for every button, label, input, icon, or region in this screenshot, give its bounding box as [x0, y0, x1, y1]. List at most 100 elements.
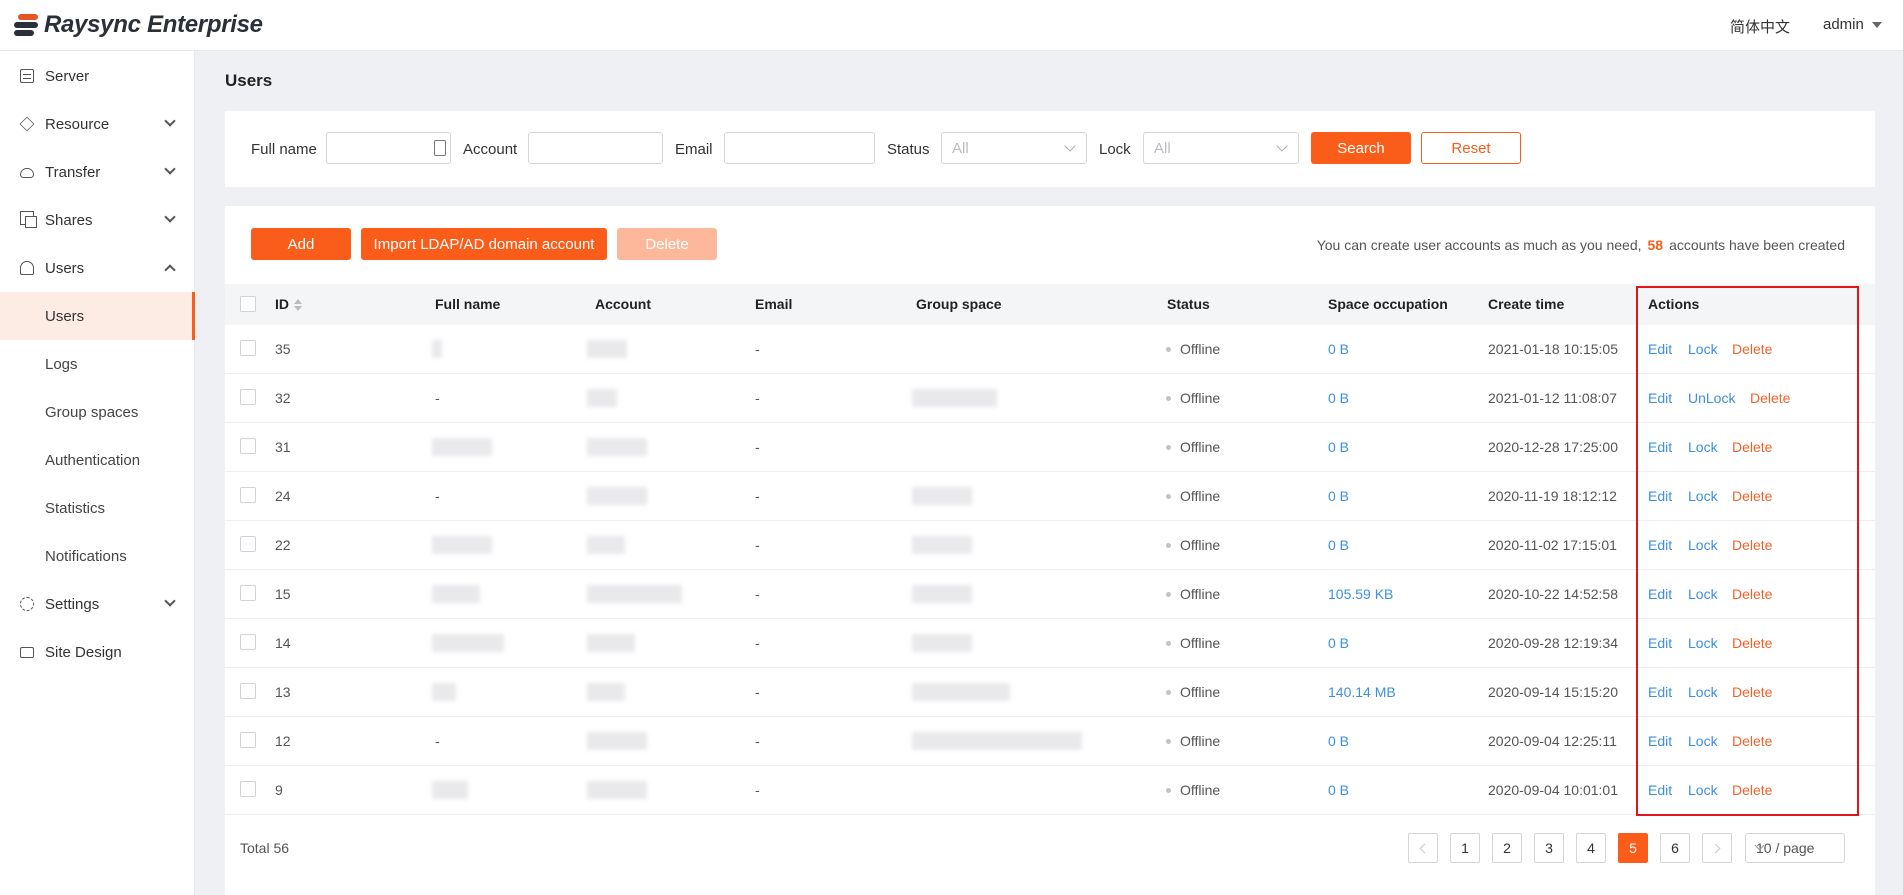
edit-link[interactable]: Edit	[1648, 390, 1672, 406]
input-suffix-icon	[434, 140, 446, 156]
edit-link[interactable]: Edit	[1648, 439, 1672, 455]
cell-id: 22	[275, 537, 291, 553]
cell-space-occupation[interactable]: 0 B	[1328, 635, 1349, 651]
redacted-account	[587, 389, 617, 407]
edit-link[interactable]: Edit	[1648, 537, 1672, 553]
sidebar-subitem-logs[interactable]: Logs	[0, 340, 195, 388]
page-button-3[interactable]: 3	[1534, 833, 1564, 863]
edit-link[interactable]: Edit	[1648, 341, 1672, 357]
cell-space-occupation[interactable]: 0 B	[1328, 341, 1349, 357]
cell-create-time: 2020-12-28 17:25:00	[1488, 439, 1618, 455]
column-header-id[interactable]: ID	[275, 296, 302, 312]
sidebar-subitem-notifications[interactable]: Notifications	[0, 532, 195, 580]
user-menu[interactable]: admin	[1823, 16, 1882, 33]
email-input[interactable]	[724, 132, 875, 164]
delete-link[interactable]: Delete	[1732, 733, 1772, 749]
edit-link[interactable]: Edit	[1648, 635, 1672, 651]
select-all-checkbox[interactable]	[240, 296, 256, 312]
row-checkbox[interactable]	[240, 487, 256, 503]
row-checkbox[interactable]	[240, 683, 256, 699]
cell-space-occupation[interactable]: 0 B	[1328, 537, 1349, 553]
sidebar-item-resource[interactable]: Resource	[0, 100, 195, 148]
email-label: Email	[675, 141, 713, 158]
column-header-space-occupation: Space occupation	[1328, 296, 1448, 312]
edit-link[interactable]: Edit	[1648, 684, 1672, 700]
sidebar-subitem-label: Authentication	[45, 451, 141, 469]
app-logo[interactable]: Raysync Enterprise	[14, 11, 263, 39]
sidebar-subitem-authentication[interactable]: Authentication	[0, 436, 195, 484]
sidebar-subitem-label: Notifications	[45, 547, 127, 565]
status-select[interactable]: All	[941, 132, 1087, 164]
cell-create-time: 2020-11-02 17:15:01	[1488, 537, 1617, 553]
page-button-5[interactable]: 5	[1618, 833, 1648, 863]
delete-link[interactable]: Delete	[1732, 341, 1772, 357]
delete-link[interactable]: Delete	[1732, 586, 1772, 602]
page-button-6[interactable]: 6	[1660, 833, 1690, 863]
row-checkbox[interactable]	[240, 340, 256, 356]
lock-select[interactable]: All	[1143, 132, 1299, 164]
cell-space-occupation[interactable]: 0 B	[1328, 733, 1349, 749]
lock-toggle-link[interactable]: Lock	[1688, 537, 1718, 553]
row-checkbox[interactable]	[240, 389, 256, 405]
cell-space-occupation[interactable]: 0 B	[1328, 390, 1349, 406]
page-button-2[interactable]: 2	[1492, 833, 1522, 863]
sidebar-item-transfer[interactable]: Transfer	[0, 148, 195, 196]
lock-toggle-link[interactable]: Lock	[1688, 439, 1718, 455]
page-title: Users	[225, 71, 273, 90]
prev-page-button[interactable]	[1408, 833, 1438, 863]
sidebar-item-users[interactable]: Users	[0, 244, 195, 292]
account-input[interactable]	[528, 132, 663, 164]
page-button-4[interactable]: 4	[1576, 833, 1606, 863]
sidebar-subitem-group-spaces[interactable]: Group spaces	[0, 388, 195, 436]
reset-button[interactable]: Reset	[1421, 132, 1521, 164]
row-checkbox[interactable]	[240, 634, 256, 650]
delete-link[interactable]: Delete	[1732, 488, 1772, 504]
sidebar-item-shares[interactable]: Shares	[0, 196, 195, 244]
lock-toggle-link[interactable]: Lock	[1688, 684, 1718, 700]
delete-link[interactable]: Delete	[1732, 439, 1772, 455]
cell-space-occupation[interactable]: 105.59 KB	[1328, 586, 1393, 602]
delete-selected-button[interactable]: Delete	[617, 228, 717, 260]
lock-toggle-link[interactable]: Lock	[1688, 782, 1718, 798]
page-size-select[interactable]: 10 / page	[1745, 833, 1845, 863]
add-user-button[interactable]: Add	[251, 228, 351, 260]
page-button-1[interactable]: 1	[1450, 833, 1480, 863]
edit-link[interactable]: Edit	[1648, 782, 1672, 798]
row-checkbox[interactable]	[240, 781, 256, 797]
next-page-button[interactable]	[1702, 833, 1732, 863]
status-select-value: All	[952, 140, 969, 157]
sidebar-subitem-statistics[interactable]: Statistics	[0, 484, 195, 532]
lock-toggle-link[interactable]: Lock	[1688, 341, 1718, 357]
lock-toggle-link[interactable]: Lock	[1688, 586, 1718, 602]
edit-link[interactable]: Edit	[1648, 488, 1672, 504]
language-switch[interactable]: 简体中文	[1730, 16, 1790, 37]
cell-space-occupation[interactable]: 0 B	[1328, 488, 1349, 504]
delete-link[interactable]: Delete	[1732, 635, 1772, 651]
lock-toggle-link[interactable]: Lock	[1688, 635, 1718, 651]
delete-link[interactable]: Delete	[1750, 390, 1790, 406]
edit-link[interactable]: Edit	[1648, 586, 1672, 602]
delete-link[interactable]: Delete	[1732, 782, 1772, 798]
sidebar-item-server[interactable]: Server	[0, 52, 195, 100]
sidebar-item-site-design[interactable]: Site Design	[0, 628, 195, 676]
sidebar-subitem-label: Users	[45, 307, 85, 325]
edit-link[interactable]: Edit	[1648, 733, 1672, 749]
row-checkbox[interactable]	[240, 585, 256, 601]
row-checkbox[interactable]	[240, 732, 256, 748]
row-checkbox[interactable]	[240, 536, 256, 552]
delete-link[interactable]: Delete	[1732, 537, 1772, 553]
lock-toggle-link[interactable]: Lock	[1688, 733, 1718, 749]
full-name-input[interactable]	[326, 132, 451, 164]
delete-link[interactable]: Delete	[1732, 684, 1772, 700]
import-ldap-button[interactable]: Import LDAP/AD domain account	[361, 228, 607, 260]
cell-space-occupation[interactable]: 0 B	[1328, 782, 1349, 798]
lock-toggle-link[interactable]: Lock	[1688, 488, 1718, 504]
search-button[interactable]: Search	[1311, 132, 1411, 164]
sidebar-item-settings[interactable]: Settings	[0, 580, 195, 628]
sort-icon[interactable]	[294, 299, 302, 312]
row-checkbox[interactable]	[240, 438, 256, 454]
sidebar-subitem-users[interactable]: Users	[0, 292, 195, 340]
cell-space-occupation[interactable]: 0 B	[1328, 439, 1349, 455]
lock-toggle-link[interactable]: UnLock	[1688, 390, 1735, 406]
cell-space-occupation[interactable]: 140.14 MB	[1328, 684, 1396, 700]
